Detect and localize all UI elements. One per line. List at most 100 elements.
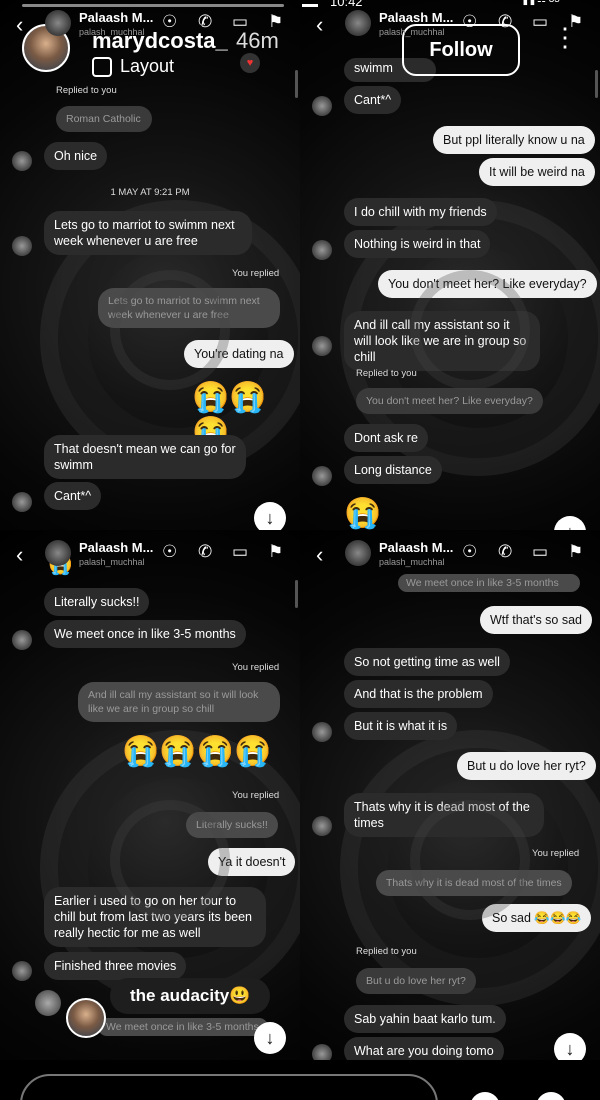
- video-call-icon[interactable]: ▭: [532, 542, 548, 562]
- back-arrow-icon[interactable]: ‹: [316, 542, 323, 568]
- incoming-message[interactable]: What are you doing tomo: [344, 1037, 504, 1060]
- incoming-message[interactable]: And that is the problem: [344, 680, 493, 708]
- incoming-message[interactable]: That doesn't mean we can go for swimm: [44, 435, 246, 479]
- reactor-avatar[interactable]: [35, 990, 61, 1016]
- scrollbar[interactable]: [295, 580, 298, 608]
- incoming-message[interactable]: Long distance: [344, 456, 442, 484]
- incoming-message[interactable]: Cant*^: [44, 482, 102, 510]
- back-arrow-icon[interactable]: ‹: [16, 542, 23, 568]
- quoted-message[interactable]: And ill call my assistant so it will loo…: [78, 682, 280, 722]
- outgoing-message[interactable]: Wtf that's so sad: [480, 606, 593, 634]
- sender-avatar[interactable]: [12, 630, 32, 650]
- incoming-message[interactable]: Nothing is weird in that: [344, 230, 491, 258]
- sender-avatar[interactable]: [12, 492, 32, 512]
- scroll-down-icon[interactable]: ↓: [254, 502, 286, 530]
- reply-meta: You replied: [232, 790, 280, 801]
- contact-avatar[interactable]: [345, 540, 371, 566]
- incoming-message[interactable]: Oh nice: [44, 142, 108, 170]
- incoming-message[interactable]: Cant*^: [344, 86, 402, 114]
- incoming-message[interactable]: Thats why it is dead most of the times: [344, 793, 544, 837]
- incoming-message[interactable]: But it is what it is: [344, 712, 458, 740]
- contact-handle: palash_muchhal: [379, 27, 445, 37]
- chat-screenshot-2: ‹ Palaash M... palash_muchhal ☉ ✆ ▭ ⚑ sw…: [300, 0, 600, 530]
- story-author-avatar-small[interactable]: [66, 998, 106, 1038]
- outgoing-message[interactable]: Ya it doesn't: [208, 848, 296, 876]
- video-call-icon[interactable]: ▭: [232, 12, 248, 32]
- contact-handle: palash_muchhal: [79, 27, 145, 37]
- quoted-message[interactable]: Literally sucks!!: [186, 812, 278, 838]
- sticker-icon[interactable]: ☉: [162, 12, 177, 32]
- flag-icon[interactable]: ⚑: [568, 12, 583, 32]
- quoted-message[interactable]: We meet once in like 3-5 months: [98, 1018, 268, 1036]
- incoming-message[interactable]: So not getting time as well: [344, 648, 510, 676]
- contact-avatar[interactable]: [45, 540, 71, 566]
- scrollbar[interactable]: [295, 70, 298, 98]
- video-call-icon[interactable]: ▭: [532, 12, 548, 32]
- incoming-message[interactable]: I do chill with my friends: [344, 198, 497, 226]
- scroll-down-icon[interactable]: ↓: [254, 1022, 286, 1054]
- back-arrow-icon[interactable]: ‹: [16, 12, 23, 38]
- scroll-down-icon[interactable]: ↓: [554, 1033, 586, 1060]
- quoted-message[interactable]: Thats why it is dead most of the times: [376, 870, 572, 896]
- incoming-message[interactable]: Dont ask re: [344, 424, 428, 452]
- video-call-icon[interactable]: ▭: [232, 542, 248, 562]
- contact-name[interactable]: Palaash M...: [79, 540, 153, 555]
- contact-name[interactable]: Palaash M...: [379, 540, 453, 555]
- phone-icon[interactable]: ✆: [198, 542, 212, 562]
- emoji-message[interactable]: 😭😭😭😭: [122, 734, 271, 769]
- outgoing-message[interactable]: You're dating na: [184, 340, 294, 368]
- sender-avatar[interactable]: [12, 236, 32, 256]
- sender-avatar[interactable]: [312, 816, 332, 836]
- timestamp: 1 MAY AT 9:21 PM: [110, 187, 190, 198]
- incoming-message[interactable]: Literally sucks!!: [44, 588, 150, 616]
- phone-icon[interactable]: ✆: [198, 12, 212, 32]
- phone-icon[interactable]: ✆: [498, 542, 512, 562]
- sender-avatar[interactable]: [312, 240, 332, 260]
- quoted-message[interactable]: Roman Catholic: [56, 106, 152, 132]
- sender-avatar[interactable]: [312, 96, 332, 116]
- flag-icon[interactable]: ⚑: [268, 12, 283, 32]
- layout-icon: [92, 56, 112, 77]
- layout-badge[interactable]: Layout: [92, 56, 174, 77]
- contact-name[interactable]: Palaash M...: [79, 10, 153, 25]
- outgoing-message[interactable]: It will be weird na: [479, 158, 595, 186]
- sender-avatar[interactable]: [312, 336, 332, 356]
- contact-avatar[interactable]: [45, 10, 71, 36]
- flag-icon[interactable]: ⚑: [268, 542, 283, 562]
- incoming-message[interactable]: Lets go to marriot to swimm next week wh…: [44, 211, 252, 255]
- flag-icon[interactable]: ⚑: [568, 542, 583, 562]
- sender-avatar[interactable]: [312, 466, 332, 486]
- scrollbar[interactable]: [595, 70, 598, 98]
- sender-avatar[interactable]: [312, 722, 332, 742]
- chat-screenshot-1: ‹ Palaash M... palash_muchhal ☉ ✆ ▭ ⚑ Re…: [0, 0, 300, 530]
- phone-icon[interactable]: ✆: [498, 12, 512, 32]
- incoming-message[interactable]: Sab yahin baat karlo tum.: [344, 1005, 506, 1033]
- outgoing-message[interactable]: But ppl literally know u na: [433, 126, 595, 154]
- incoming-message[interactable]: And ill call my assistant so it will loo…: [344, 311, 540, 371]
- sticker-icon[interactable]: ☉: [462, 542, 477, 562]
- back-arrow-icon[interactable]: ‹: [316, 12, 323, 38]
- quoted-message[interactable]: But u do love her ryt?: [356, 968, 476, 994]
- heart-icon[interactable]: ♥: [240, 53, 260, 73]
- sticker-icon[interactable]: ☉: [162, 542, 177, 562]
- incoming-message[interactable]: We meet once in like 3-5 months: [44, 620, 246, 648]
- quoted-message[interactable]: Lets go to marriot to swimm next week wh…: [98, 288, 280, 328]
- quoted-message[interactable]: You don't meet her? Like everyday?: [356, 388, 543, 414]
- outgoing-message[interactable]: You don't meet her? Like everyday?: [378, 270, 597, 298]
- incoming-message[interactable]: Earlier i used to go on her tour to chil…: [44, 887, 266, 947]
- reply-input[interactable]: [20, 1074, 438, 1100]
- sender-avatar[interactable]: [12, 961, 32, 981]
- outgoing-message[interactable]: So sad 😂😂😂: [482, 904, 592, 932]
- incoming-message[interactable]: Finished three movies: [44, 952, 187, 980]
- sticker-icon[interactable]: ☉: [462, 12, 477, 32]
- contact-avatar[interactable]: [345, 10, 371, 36]
- scroll-down-icon[interactable]: ↓: [554, 516, 586, 530]
- outgoing-message[interactable]: But u do love her ryt?: [457, 752, 596, 780]
- reply-meta: Replied to you: [356, 368, 417, 379]
- sender-avatar[interactable]: [12, 151, 32, 171]
- sender-avatar[interactable]: [312, 1044, 332, 1060]
- emoji-message[interactable]: 😭: [344, 496, 381, 530]
- contact-name[interactable]: Palaash M...: [379, 10, 453, 25]
- contact-handle: palash_muchhal: [379, 557, 445, 567]
- chat-header: ‹ Palaash M... palash_muchhal ☉ ✆ ▭ ⚑: [0, 530, 300, 580]
